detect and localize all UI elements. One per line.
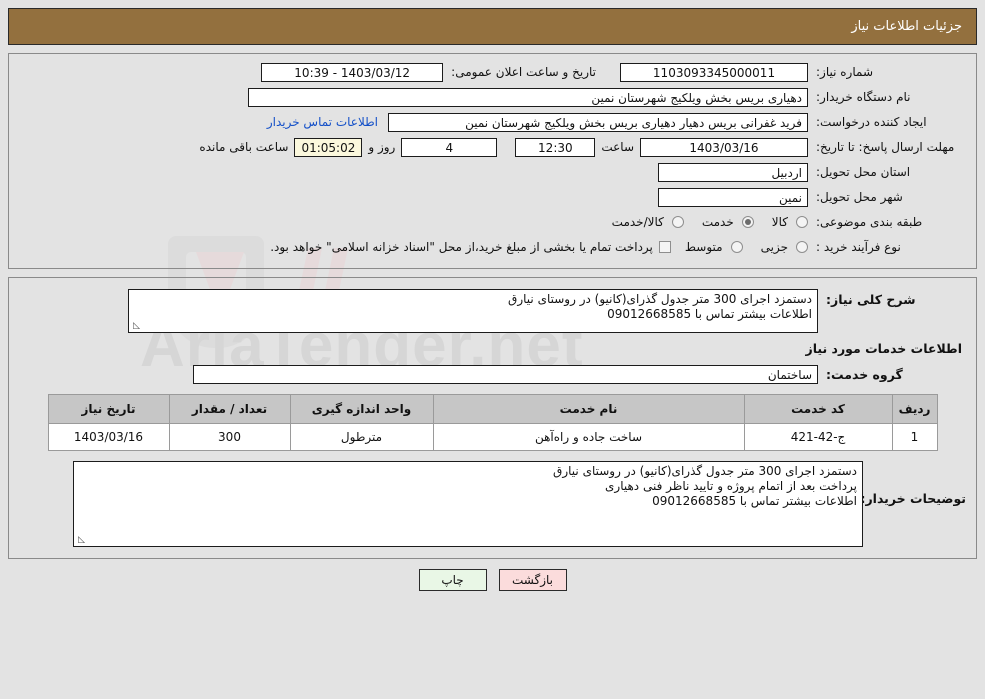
category-radio-kala-khedmat[interactable] [671, 216, 684, 228]
remaining-days-value: 4 [401, 137, 498, 157]
process-label-motavaset: متوسط [684, 240, 723, 254]
buyer-notes-textarea[interactable]: دستمزد اجرای 300 متر جدول گذرای(کانیو) د… [73, 461, 863, 547]
category-radio-group: کالا خدمت کالا/خدمت [598, 215, 808, 229]
buyer-notes-line-1: دستمزد اجرای 300 متر جدول گذرای(کانیو) د… [553, 464, 857, 478]
action-buttons: بازگشت چاپ [0, 569, 985, 591]
need-number-label: شماره نیاز: [816, 65, 873, 79]
cell-name: ساخت جاده و راه‌آهن [432, 423, 745, 451]
row-category: طبقه بندی موضوعی: کالا خدمت کالا/خدمت [19, 212, 966, 232]
page-title: جزئیات اطلاعات نیاز [8, 8, 977, 45]
need-description-label: شرح کلی نیاز: [826, 292, 916, 307]
category-label-khedmat: خدمت [701, 215, 734, 229]
public-announce-label: تاریخ و ساعت اعلان عمومی: [451, 65, 596, 79]
process-label-jozei: جزیی [760, 240, 788, 254]
cell-unit: مترطول [289, 423, 434, 451]
need-description-line-1: دستمزد اجرای 300 متر جدول گذرای(کانیو) د… [508, 292, 812, 306]
public-announce-value: 1403/03/12 - 10:39 [261, 62, 444, 82]
row-process: نوع فرآیند خرید : جزیی متوسط پرداخت تمام… [19, 237, 966, 257]
deadline-label: مهلت ارسال پاسخ: تا تاریخ: [816, 140, 955, 154]
process-radio-jozei[interactable] [796, 241, 808, 253]
col-quantity: تعداد / مقدار [168, 394, 291, 424]
hour-label: ساعت [601, 140, 634, 154]
need-description-textarea[interactable]: دستمزد اجرای 300 متر جدول گذرای(کانیو) د… [128, 289, 818, 333]
remaining-hours-label: ساعت باقی مانده [199, 140, 289, 154]
process-label: نوع فرآیند خرید : [816, 240, 901, 254]
process-radio-motavaset[interactable] [730, 241, 743, 253]
buyer-notes-line-3: اطلاعات بیشتر تماس با 09012668585 [652, 494, 857, 508]
need-info-panel: شماره نیاز: 1103093345000011 تاریخ و ساع… [8, 53, 977, 269]
creator-label: ایجاد کننده درخواست: [816, 115, 927, 129]
col-date: تاریخ نیاز [47, 394, 170, 424]
cell-code: ج-42-421 [743, 423, 893, 451]
row-buyer-org: نام دستگاه خریدار: دهیاری بریس بخش ویلکی… [19, 87, 966, 107]
creator-value: فرید غفرانی بریس دهیار دهیاری بریس بخش و… [388, 112, 808, 132]
province-label: استان محل تحویل: [816, 165, 911, 179]
category-label-kala: کالا [771, 215, 788, 229]
process-radio-group: جزیی متوسط [671, 240, 808, 254]
print-button[interactable]: چاپ [418, 569, 487, 591]
category-radio-kala[interactable] [796, 216, 808, 228]
buyer-notes-line-2: پرداخت بعد از اتمام پروژه و تایید ناظر ف… [605, 479, 857, 493]
row-deadline: مهلت ارسال پاسخ: تا تاریخ: 1403/03/16 سا… [19, 137, 966, 157]
deadline-time-value: 12:30 [515, 137, 596, 157]
row-service-group: گروه خدمت: ساختمان [19, 364, 966, 384]
row-buyer-notes: توضیحات خریدار: دستمزد اجرای 300 متر جدو… [19, 461, 966, 547]
back-button[interactable]: بازگشت [498, 569, 567, 591]
city-label: شهر محل تحویل: [816, 190, 903, 204]
cell-quantity: 300 [168, 423, 291, 451]
cell-index: 1 [891, 423, 938, 451]
need-number-value: 1103093345000011 [620, 62, 808, 82]
buyer-notes-label: توضیحات خریدار: [860, 491, 966, 506]
service-group-label: گروه خدمت: [826, 366, 903, 382]
days-label: روز و [368, 140, 396, 154]
row-need-description: شرح کلی نیاز: دستمزد اجرای 300 متر جدول … [19, 289, 966, 333]
services-table: ردیف کد خدمت نام خدمت واحد اندازه گیری ت… [47, 394, 938, 451]
table-row: 1 ج-42-421 ساخت جاده و راه‌آهن مترطول 30… [47, 423, 938, 451]
services-table-header-row: ردیف کد خدمت نام خدمت واحد اندازه گیری ت… [47, 394, 938, 424]
category-label: طبقه بندی موضوعی: [816, 215, 923, 229]
row-creator: ایجاد کننده درخواست: فرید غفرانی بریس ده… [19, 112, 966, 132]
countdown-timer: 01:05:02 [294, 137, 363, 157]
cell-need-date: 1403/03/16 [47, 423, 170, 451]
need-description-line-2: اطلاعات بیشتر تماس با 09012668585 [607, 307, 812, 321]
deadline-date-value: 1403/03/16 [640, 137, 808, 157]
service-group-value: ساختمان [193, 364, 818, 384]
row-province: استان محل تحویل: اردبیل [19, 162, 966, 182]
resize-grip-icon[interactable]: ◺ [131, 322, 140, 331]
row-need-number: شماره نیاز: 1103093345000011 تاریخ و ساع… [19, 62, 966, 82]
buyer-org-value: دهیاری بریس بخش ویلکیج شهرستان نمین [248, 87, 808, 107]
province-value: اردبیل [658, 162, 808, 182]
col-unit: واحد اندازه گیری [289, 394, 434, 424]
city-value: نمین [658, 187, 808, 207]
category-label-kala-khedmat: کالا/خدمت [611, 215, 664, 229]
category-radio-khedmat[interactable] [741, 216, 754, 228]
need-description-panel: شرح کلی نیاز: دستمزد اجرای 300 متر جدول … [8, 277, 977, 559]
col-name: نام خدمت [432, 394, 745, 424]
buyer-org-label: نام دستگاه خریدار: [816, 90, 911, 104]
col-index: ردیف [891, 394, 938, 424]
services-section-title: اطلاعات خدمات مورد نیاز [805, 341, 963, 356]
buyer-contact-link[interactable]: اطلاعات تماس خریدار [257, 115, 388, 129]
col-code: کد خدمت [743, 394, 893, 424]
treasury-bonds-checkbox[interactable] [658, 241, 671, 253]
page-title-text: جزئیات اطلاعات نیاز [851, 19, 962, 34]
resize-grip-icon[interactable]: ◺ [76, 536, 85, 545]
row-city: شهر محل تحویل: نمین [19, 187, 966, 207]
treasury-bonds-note: پرداخت تمام یا بخشی از مبلغ خرید،از محل … [270, 240, 653, 254]
